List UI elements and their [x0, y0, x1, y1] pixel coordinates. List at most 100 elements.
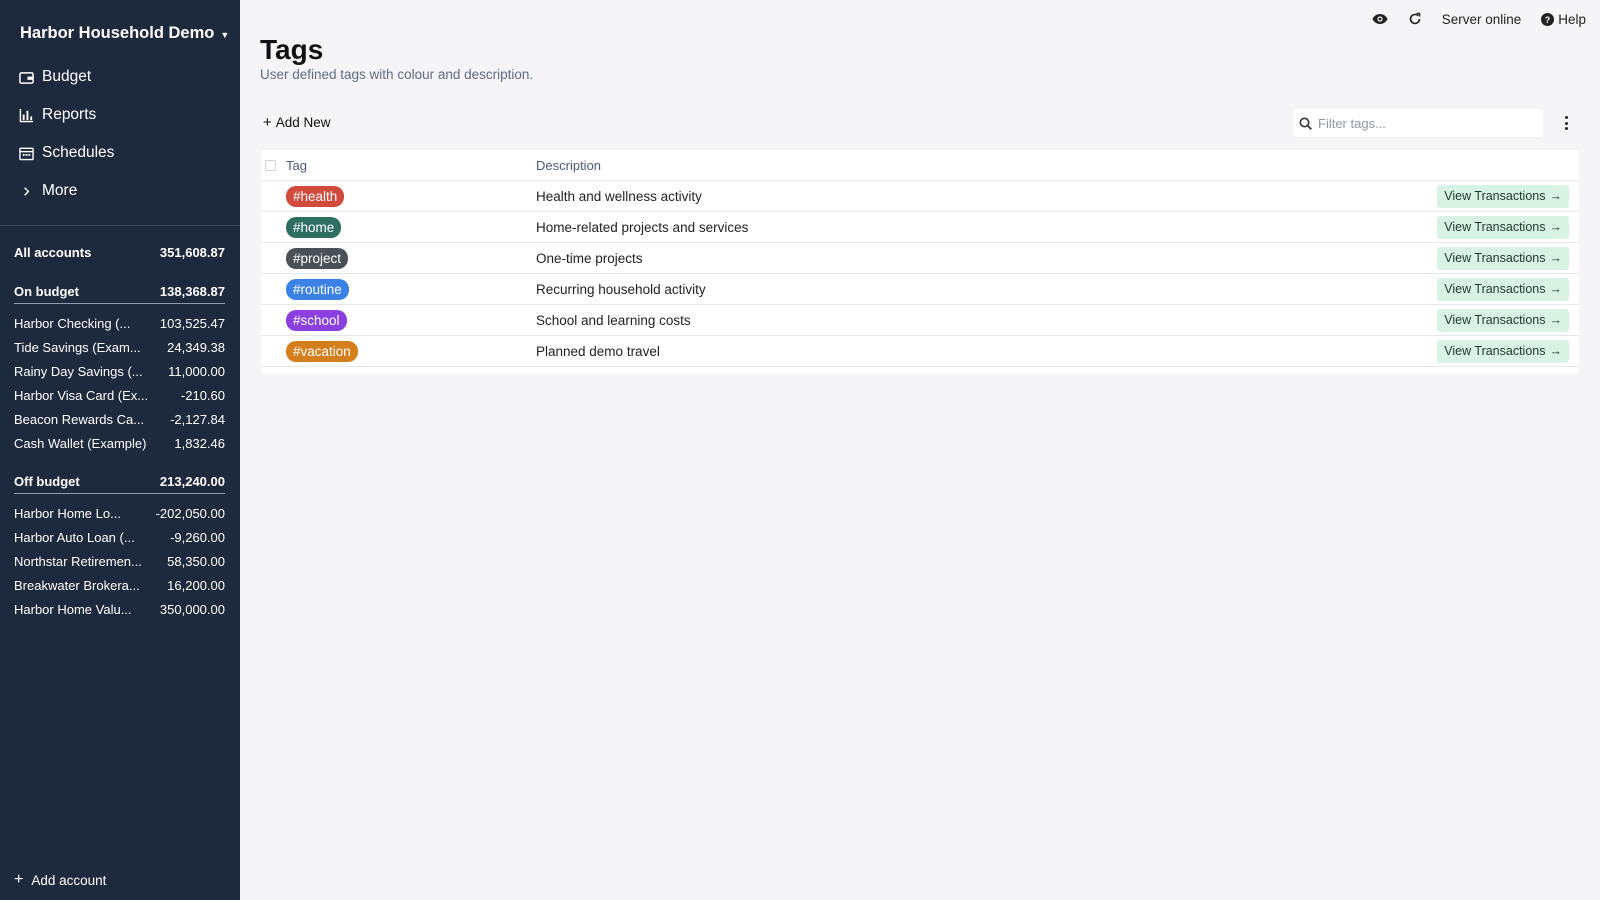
view-transactions-button[interactable]: View Transactions →: [1437, 308, 1569, 332]
arrow-right-icon: →: [1549, 189, 1563, 203]
plus-icon: +: [263, 114, 272, 131]
account-name: Breakwater Brokera...: [14, 578, 140, 593]
account-name: Harbor Visa Card (Ex...: [14, 388, 149, 403]
table-row[interactable]: #routine Recurring household activity Vi…: [261, 274, 1579, 305]
tag-pill[interactable]: #project: [286, 247, 349, 269]
filter-tags-input[interactable]: [1318, 115, 1538, 131]
tag-pill[interactable]: #home: [286, 216, 342, 238]
server-status[interactable]: Server online: [1442, 12, 1522, 27]
select-all-checkbox[interactable]: [265, 159, 276, 171]
arrow-right-icon: →: [1549, 251, 1563, 265]
tag-description[interactable]: Home-related projects and services: [536, 220, 748, 235]
view-transactions-label: View Transactions: [1444, 189, 1546, 203]
add-new-button[interactable]: + Add New: [263, 114, 331, 131]
add-new-label: Add New: [275, 115, 331, 130]
account-row[interactable]: Harbor Home Valu... 350,000.00: [14, 602, 225, 617]
view-transactions-button[interactable]: View Transactions →: [1437, 215, 1569, 239]
svg-text:?: ?: [1545, 15, 1551, 25]
account-row[interactable]: Harbor Auto Loan (... -9,260.00: [14, 530, 225, 545]
tag-description[interactable]: School and learning costs: [536, 313, 691, 328]
account-amount: -210.60: [180, 388, 225, 403]
account-row[interactable]: Tide Savings (Exam... 24,349.38: [14, 340, 225, 355]
account-row[interactable]: Northstar Retiremen... 58,350.00: [14, 554, 225, 569]
nav-budget[interactable]: Budget: [0, 58, 240, 96]
account-name: Beacon Rewards Ca...: [14, 412, 145, 427]
tag-pill[interactable]: #health: [286, 185, 345, 207]
account-name: Harbor Home Valu...: [14, 602, 132, 617]
sidebar-divider: [0, 225, 240, 226]
nav-schedules-label: Schedules: [42, 144, 115, 161]
help-label: Help: [1558, 11, 1586, 27]
account-row[interactable]: Breakwater Brokera... 16,200.00: [14, 578, 225, 593]
tag-description[interactable]: One-time projects: [536, 251, 643, 266]
account-row[interactable]: Beacon Rewards Ca... -2,127.84: [14, 412, 225, 427]
on-budget-label: On budget: [14, 284, 79, 299]
tag-pill[interactable]: #vacation: [286, 340, 358, 362]
off-budget-header[interactable]: Off budget 213,240.00: [14, 474, 225, 494]
column-header-tag[interactable]: Tag: [286, 158, 307, 173]
view-transactions-button[interactable]: View Transactions →: [1437, 184, 1569, 208]
off-budget-amount: 213,240.00: [159, 474, 225, 489]
account-amount: 11,000.00: [168, 364, 225, 379]
table-row[interactable]: #health Health and wellness activity Vie…: [261, 181, 1579, 212]
account-row[interactable]: Harbor Visa Card (Ex... -210.60: [14, 388, 225, 403]
wallet-icon: [18, 69, 34, 85]
nav-more-label: More: [42, 182, 78, 199]
budget-name-dropdown[interactable]: Harbor Household Demo ▼: [20, 24, 229, 43]
nav-more[interactable]: More: [0, 172, 240, 210]
on-budget-header[interactable]: On budget 138,368.87: [14, 284, 225, 304]
nav-budget-label: Budget: [42, 68, 92, 85]
view-transactions-label: View Transactions: [1444, 282, 1546, 296]
account-row[interactable]: Cash Wallet (Example) 1,832.46: [14, 436, 225, 451]
tag-description[interactable]: Recurring household activity: [536, 282, 706, 297]
column-header-description[interactable]: Description: [536, 158, 601, 173]
all-accounts-row[interactable]: All accounts 351,608.87: [14, 245, 225, 260]
account-amount: -9,260.00: [170, 530, 225, 545]
table-row[interactable]: #project One-time projects View Transact…: [261, 243, 1579, 274]
nav-schedules[interactable]: Schedules: [0, 134, 240, 172]
tag-pill[interactable]: #school: [286, 309, 347, 331]
arrow-right-icon: →: [1549, 344, 1563, 358]
bar-chart-icon: [18, 107, 34, 123]
table-row[interactable]: #school School and learning costs View T…: [261, 305, 1579, 336]
tag-description[interactable]: Health and wellness activity: [536, 189, 702, 204]
account-name: Harbor Auto Loan (...: [14, 530, 135, 545]
tag-description[interactable]: Planned demo travel: [536, 344, 660, 359]
view-transactions-label: View Transactions: [1444, 313, 1546, 327]
account-name: Northstar Retiremen...: [14, 554, 142, 569]
arrow-right-icon: →: [1549, 282, 1563, 296]
add-account-label: Add account: [31, 872, 107, 888]
account-name: Rainy Day Savings (...: [14, 364, 143, 379]
add-account-button[interactable]: + Add account: [14, 872, 106, 888]
account-amount: 16,200.00: [167, 578, 225, 593]
table-row[interactable]: #vacation Planned demo travel View Trans…: [261, 336, 1579, 367]
account-amount: 24,349.38: [167, 340, 225, 355]
view-transactions-button[interactable]: View Transactions →: [1437, 339, 1569, 363]
filter-tags-field[interactable]: [1293, 109, 1543, 137]
account-amount: -2,127.84: [170, 412, 225, 427]
nav-reports[interactable]: Reports: [0, 96, 240, 134]
account-name: Harbor Checking (...: [14, 316, 131, 331]
account-amount: 58,350.00: [167, 554, 225, 569]
account-row[interactable]: Harbor Home Lo... -202,050.00: [14, 506, 225, 521]
account-amount: -202,050.00: [155, 506, 225, 521]
tag-pill[interactable]: #routine: [286, 278, 349, 300]
more-options-icon[interactable]: [1560, 113, 1572, 133]
calendar-icon: [18, 145, 34, 161]
plus-icon: +: [14, 871, 24, 888]
sync-icon[interactable]: [1408, 12, 1422, 26]
all-accounts-amount: 351,608.87: [159, 245, 225, 260]
view-transactions-button[interactable]: View Transactions →: [1437, 246, 1569, 270]
table-row[interactable]: #home Home-related projects and services…: [261, 212, 1579, 243]
view-transactions-button[interactable]: View Transactions →: [1437, 277, 1569, 301]
account-row[interactable]: Rainy Day Savings (... 11,000.00: [14, 364, 225, 379]
eye-icon[interactable]: [1372, 13, 1388, 25]
help-button[interactable]: ? Help: [1541, 12, 1586, 27]
arrow-right-icon: →: [1549, 220, 1563, 234]
page-subtitle: User defined tags with colour and descri…: [260, 67, 534, 82]
view-transactions-label: View Transactions: [1444, 344, 1546, 358]
all-accounts-label: All accounts: [14, 245, 92, 260]
account-amount: 103,525.47: [159, 316, 225, 331]
budget-name: Harbor Household Demo: [20, 24, 215, 42]
account-row[interactable]: Harbor Checking (... 103,525.47: [14, 316, 225, 331]
